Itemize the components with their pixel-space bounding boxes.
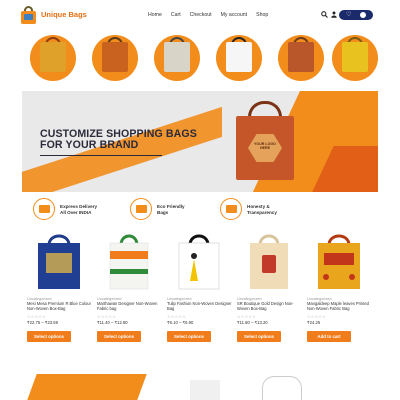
product-rating: ☆☆☆☆☆ <box>97 314 116 319</box>
nav-checkout[interactable]: Checkout <box>190 12 212 18</box>
product-rating: ☆☆☆☆☆ <box>27 314 46 319</box>
product-card[interactable]: Uncategorized SR Boutique Gold Design No… <box>237 233 301 343</box>
search-icon[interactable] <box>321 11 328 18</box>
nav-cart[interactable]: Cart <box>171 12 181 18</box>
product-price: ₹24.25 <box>307 320 321 325</box>
product-card[interactable]: Uncategorized Marthawan Designer Non-Wov… <box>97 233 161 343</box>
feature-line2: Bags <box>157 209 169 215</box>
category-bag-6[interactable] <box>332 35 378 81</box>
feature-line1: Express Delivery <box>60 204 98 209</box>
product-name[interactable]: Tulip Fashion Non-Woven Designer Bag <box>167 301 233 312</box>
select-options-button[interactable]: Select options <box>237 331 281 342</box>
product-name[interactable]: Mangaldeep Maple leaves Printed Non-Wove… <box>307 301 373 312</box>
hero-banner[interactable]: CUSTOMIZE SHOPPING BAGS FOR YOUR BRAND Y… <box>22 91 378 192</box>
add-to-cart-button[interactable]: Add to cart <box>307 331 351 342</box>
category-bag-5[interactable] <box>278 35 324 81</box>
product-price: ₹22.75 – ₹23.59 <box>27 320 58 325</box>
category-bag-2[interactable] <box>92 35 138 81</box>
product-card[interactable]: Uncategorized Mangaldeep Maple leaves Pr… <box>307 233 371 343</box>
feature-line2: Transparency <box>247 209 277 215</box>
select-options-button[interactable]: Select options <box>27 331 71 342</box>
banner-bag-text: YOUR LOGO HERE <box>254 142 276 150</box>
product-image[interactable] <box>32 233 86 291</box>
product-name[interactable]: Marthawan Designer Non-Woven Fabric bag <box>97 301 163 312</box>
product-rating: ☆☆☆☆☆ <box>167 314 186 319</box>
main-nav: Home Cart Checkout My account Shop <box>148 12 268 18</box>
site-header: Unique Bags Home Cart Checkout My accoun… <box>0 0 400 30</box>
product-rating: ☆☆☆☆☆ <box>237 314 256 319</box>
product-card[interactable]: Uncategorized Tulip Fashion Non-Woven De… <box>167 233 233 343</box>
product-rating: ☆☆☆☆☆ <box>307 314 326 319</box>
category-bag-4[interactable] <box>216 35 262 81</box>
truck-icon <box>33 198 55 220</box>
banner-title-line2: FOR YOUR BRAND <box>40 139 139 151</box>
feature-line1: Eco Friendly <box>157 204 185 209</box>
heart-icon[interactable]: ♡ <box>346 12 351 19</box>
product-price: ₹11.40 – ₹12.80 <box>97 320 128 325</box>
product-image[interactable] <box>172 233 226 291</box>
nav-my-account[interactable]: My account <box>221 12 248 18</box>
product-card[interactable]: Uncategorized Mesi Mesa Premium R Blue C… <box>27 233 91 343</box>
product-price: ₹6.10 – ₹6.90 <box>167 320 194 325</box>
product-image[interactable] <box>312 233 366 291</box>
nav-shop[interactable]: Shop <box>256 12 268 18</box>
user-icon[interactable] <box>331 11 337 18</box>
next-section-teaser <box>0 368 400 400</box>
product-image[interactable] <box>102 233 156 291</box>
handshake-icon <box>220 198 242 220</box>
category-strip <box>0 35 400 85</box>
select-options-button[interactable]: Select options <box>97 331 141 342</box>
product-image[interactable] <box>242 233 296 291</box>
eco-icon <box>130 198 152 220</box>
cart-icon[interactable] <box>360 12 366 18</box>
logo-icon[interactable] <box>19 5 39 25</box>
wishlist-cart-pill[interactable]: ♡ <box>339 10 373 20</box>
banner-underline <box>40 155 162 156</box>
banner-title: CUSTOMIZE SHOPPING BAGS FOR YOUR BRAND <box>40 129 197 151</box>
brand-name[interactable]: Unique Bags <box>41 10 87 19</box>
nav-home[interactable]: Home <box>148 12 162 18</box>
category-bag-3[interactable] <box>154 35 200 81</box>
product-name[interactable]: SR Boutique Gold Design Non-Woven Box-Ba… <box>237 301 303 312</box>
feature-line2: All Over INDIA <box>60 209 92 215</box>
category-bag-1[interactable] <box>30 35 76 81</box>
product-price: ₹11.80 – ₹13.20 <box>237 320 268 325</box>
select-options-button[interactable]: Select options <box>167 331 211 342</box>
product-name[interactable]: Mesi Mesa Premium R Blue Colour Non-Wove… <box>27 301 93 312</box>
